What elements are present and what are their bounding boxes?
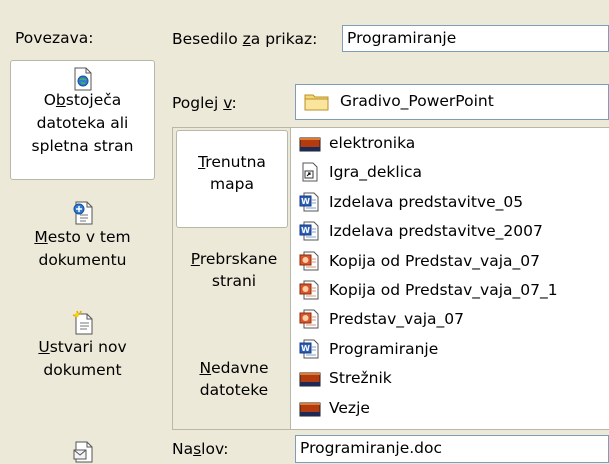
email-address-button[interactable] (10, 438, 155, 464)
tab-current-folder-line2: mapa (210, 175, 254, 193)
display-text-input[interactable]: Programiranje (342, 25, 609, 52)
file-list-item[interactable]: Strežnik (299, 366, 392, 390)
look-in-label-b: : (231, 94, 237, 112)
tab-browsed-pages-a: rebrskane (199, 250, 278, 268)
look-in-label: Poglej v: (172, 93, 237, 113)
place-label-b: esto v tem (47, 228, 131, 246)
folder-icon (304, 94, 329, 111)
file-list-item[interactable]: W Izdelava predstavitve_05 (299, 190, 523, 214)
file-list-item[interactable]: Kopija od Predstav_vaja_07 (299, 249, 540, 273)
link-to-header: Povezava: (15, 29, 94, 47)
word-doc-icon: W (299, 339, 321, 359)
powerpoint-icon (299, 280, 321, 300)
file-list-item[interactable]: Vezje (299, 396, 370, 420)
tab-current-folder-a: renutna (205, 153, 266, 171)
file-list-item[interactable]: W Izdelava predstavitve_2007 (299, 219, 543, 243)
shortcut-icon (299, 162, 321, 182)
create-label-line2: dokument (43, 361, 122, 379)
look-in-value: Gradivo_PowerPoint (340, 92, 494, 110)
word-doc-icon: W (299, 221, 321, 241)
existing-file-label-line2: datoteka ali (36, 114, 129, 132)
folder-dark-icon (299, 398, 321, 418)
look-in-dropdown[interactable]: Gradivo_PowerPoint (295, 84, 609, 120)
display-text-label: Besedilo za prikaz: (172, 29, 317, 49)
file-name: Izdelava predstavitve_05 (329, 192, 524, 211)
existing-file-label-line3: spletna stran (31, 137, 134, 155)
powerpoint-icon (299, 309, 321, 329)
file-name: Izdelava predstavitve_2007 (329, 222, 543, 241)
file-name: elektronika (329, 134, 416, 152)
tab-recent-files-a: edavne (211, 359, 269, 377)
file-name: Kopija od Predstav_vaja_07 (329, 251, 541, 270)
tab-recent-files-ul: N (199, 359, 212, 377)
create-label-ul: U (38, 338, 50, 356)
file-list-item[interactable]: Predstav_vaja_07 (299, 307, 464, 331)
file-list-item[interactable]: Kopija od Predstav_vaja_07_1 (299, 278, 558, 302)
address-label-ul: s (193, 440, 202, 458)
file-list-item[interactable]: elektronika (299, 131, 415, 155)
document-place-icon (73, 201, 92, 225)
place-label-line2: dokumentu (38, 251, 127, 269)
svg-text:W: W (301, 197, 310, 206)
word-doc-icon: W (299, 192, 321, 212)
browse-tabs: Trenutna mapa Prebrskane strani Nedavne … (172, 127, 296, 430)
look-in-label-a: Poglej (172, 94, 224, 112)
file-list[interactable]: elektronika Igra_deklica W Izdelava predsta… (290, 127, 609, 430)
tab-browsed-pages-line2: strani (211, 272, 257, 290)
address-label-a: Na (172, 440, 194, 458)
svg-text:W: W (301, 226, 310, 235)
create-new-document-button[interactable]: Ustvari nov dokument (10, 310, 155, 382)
globe-document-icon (74, 67, 91, 91)
email-document-icon (73, 441, 92, 463)
existing-file-label-a: O (43, 91, 56, 109)
file-name: Vezje (329, 398, 370, 417)
new-document-icon (72, 310, 92, 335)
file-name: Igra_deklica (329, 163, 423, 182)
place-in-this-document-button[interactable]: Mesto v tem dokumentu (10, 200, 155, 272)
tab-recent-files-line2: datoteke (199, 381, 269, 399)
existing-file-label-ul: b (55, 91, 66, 109)
tab-current-folder[interactable]: Trenutna mapa (176, 130, 288, 228)
folder-dark-icon (299, 133, 321, 153)
file-name: Predstav_vaja_07 (329, 310, 465, 329)
tab-recent-files[interactable]: Nedavne datoteke (173, 357, 295, 401)
file-name: Kopija od Predstav_vaja_07_1 (329, 281, 558, 299)
create-label-b: stvari nov (49, 338, 127, 356)
folder-dark-icon (299, 368, 321, 388)
file-list-item[interactable]: Igra_deklica (299, 160, 422, 184)
display-text-label-a: Besedilo (172, 30, 243, 48)
address-input[interactable]: Programiranje.doc (295, 435, 609, 463)
tab-browsed-pages-ul: P (190, 250, 200, 268)
existing-file-or-web-page-button[interactable]: Obstoječa datoteka ali spletna stran (10, 60, 155, 180)
file-name: Programiranje (329, 339, 439, 358)
address-label: Naslov: (172, 439, 229, 459)
powerpoint-icon (299, 251, 321, 271)
svg-text:W: W (301, 344, 310, 353)
place-label-ul: M (34, 228, 48, 246)
file-name: Strežnik (329, 369, 392, 388)
look-in-label-ul: v (223, 94, 232, 112)
address-label-b: lov: (201, 440, 229, 458)
existing-file-label-b: stoječa (65, 91, 122, 109)
tab-browsed-pages[interactable]: Prebrskane strani (173, 248, 295, 292)
display-text-label-ul: z (242, 30, 251, 48)
display-text-label-b: a prikaz: (250, 30, 318, 48)
file-list-item[interactable]: W Programiranje (299, 337, 438, 361)
